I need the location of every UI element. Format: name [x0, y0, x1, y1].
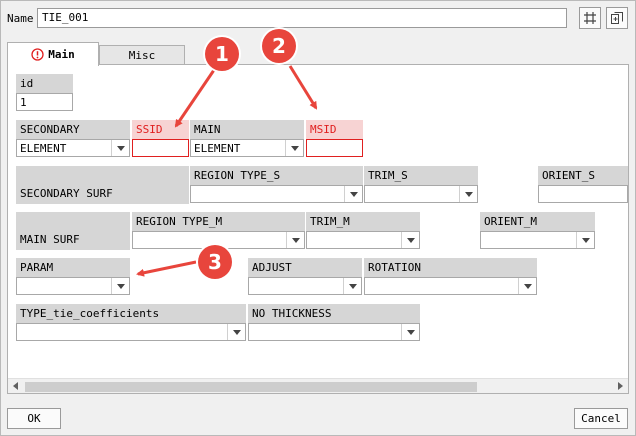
pick-button[interactable]	[579, 7, 601, 29]
chevron-down-icon	[401, 324, 419, 340]
orient-m-header: ORIENT_M	[480, 212, 595, 231]
rotation-header: ROTATION	[364, 258, 537, 277]
type-tie-header: TYPE_tie_coefficients	[16, 304, 246, 323]
scroll-left-icon[interactable]	[13, 382, 18, 390]
region-type-m-header: REGION TYPE_M	[132, 212, 305, 231]
tab-misc-label: Misc	[128, 48, 156, 62]
scroll-right-icon[interactable]	[618, 382, 623, 390]
rotation-select[interactable]	[364, 277, 537, 295]
ok-button[interactable]: OK	[7, 408, 61, 429]
ssid-field[interactable]	[132, 139, 189, 157]
chevron-down-icon	[286, 232, 304, 248]
adjust-header: ADJUST	[248, 258, 362, 277]
chevron-down-icon	[111, 140, 129, 156]
copy-icon	[611, 12, 623, 24]
chevron-down-icon	[459, 186, 477, 202]
trim-s-select[interactable]	[364, 185, 478, 203]
chevron-down-icon	[401, 232, 419, 248]
main-value: ELEMENT	[194, 142, 241, 155]
no-thickness-header: NO THICKNESS	[248, 304, 420, 323]
tab-main-label: Main	[48, 48, 75, 61]
trim-s-header: TRIM_S	[364, 166, 478, 185]
trim-m-header: TRIM_M	[306, 212, 420, 231]
msid-field[interactable]	[306, 139, 363, 157]
orient-s-select[interactable]	[538, 185, 628, 203]
no-thickness-select[interactable]	[248, 323, 420, 341]
annotation-badge-1: 1	[205, 37, 239, 71]
ssid-header: SSID	[132, 120, 189, 139]
secondary-value: ELEMENT	[20, 142, 67, 155]
warning-icon	[31, 48, 44, 61]
tab-misc[interactable]: Misc	[99, 45, 185, 64]
pick-icon	[584, 12, 596, 24]
main-surf-header: MAIN SURF	[16, 212, 130, 250]
param-select[interactable]	[16, 277, 130, 295]
scrollbar-thumb[interactable]	[25, 382, 477, 392]
id-field[interactable]: 1	[16, 93, 73, 111]
secondary-select[interactable]: ELEMENT	[16, 139, 130, 157]
chevron-down-icon	[576, 232, 594, 248]
orient-m-select[interactable]	[480, 231, 595, 249]
type-tie-select[interactable]	[16, 323, 246, 341]
name-input[interactable]: TIE_001	[37, 8, 567, 28]
chevron-down-icon	[285, 140, 303, 156]
name-label: Name	[7, 12, 34, 25]
region-type-s-select[interactable]	[190, 185, 363, 203]
id-header: id	[16, 74, 73, 93]
annotation-badge-2: 2	[262, 29, 296, 63]
horizontal-scrollbar[interactable]	[8, 378, 628, 393]
secondary-surf-header: SECONDARY SURF	[16, 166, 189, 204]
param-header: PARAM	[16, 258, 130, 277]
main-header: MAIN	[190, 120, 304, 139]
cancel-button[interactable]: Cancel	[574, 408, 628, 429]
orient-s-header: ORIENT_S	[538, 166, 628, 185]
chevron-down-icon	[344, 186, 362, 202]
adjust-select[interactable]	[248, 277, 362, 295]
chevron-down-icon	[518, 278, 536, 294]
chevron-down-icon	[227, 324, 245, 340]
chevron-down-icon	[343, 278, 361, 294]
copy-button[interactable]	[606, 7, 628, 29]
secondary-header: SECONDARY	[16, 120, 130, 139]
trim-m-select[interactable]	[306, 231, 420, 249]
tab-main[interactable]: Main	[7, 42, 99, 66]
annotation-badge-3: 3	[198, 245, 232, 279]
msid-header: MSID	[306, 120, 363, 139]
chevron-down-icon	[111, 278, 129, 294]
main-select[interactable]: ELEMENT	[190, 139, 304, 157]
region-type-s-header: REGION TYPE_S	[190, 166, 363, 185]
